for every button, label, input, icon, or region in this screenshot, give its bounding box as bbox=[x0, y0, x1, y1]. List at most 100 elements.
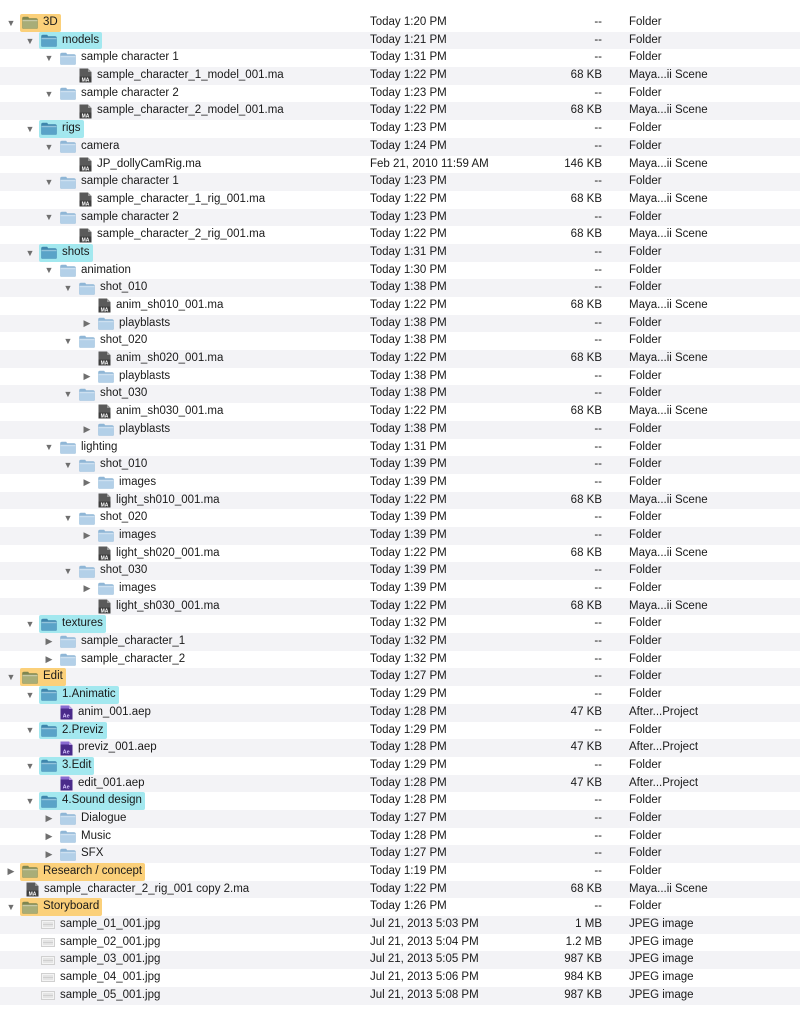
disclosure-closed-icon[interactable]: ▶ bbox=[44, 633, 54, 651]
file-row[interactable]: MA sample_character_1_rig_001.ma Today 1… bbox=[0, 191, 800, 209]
name-label: images bbox=[96, 474, 159, 492]
folder-row[interactable]: ▶ images Today 1:39 PM -- Folder bbox=[0, 580, 800, 598]
disclosure-open-icon[interactable]: ▼ bbox=[63, 509, 73, 527]
file-row[interactable]: MA light_sh010_001.ma Today 1:22 PM 68 K… bbox=[0, 491, 800, 510]
folder-row[interactable]: ▶ images Today 1:39 PM -- Folder bbox=[0, 474, 800, 492]
disclosure-open-icon[interactable]: ▼ bbox=[25, 686, 35, 704]
folder-row[interactable]: ▼ animation Today 1:30 PM -- Folder bbox=[0, 262, 800, 280]
folder-row[interactable]: ▼ shot_030 Today 1:38 PM -- Folder bbox=[0, 385, 800, 404]
disclosure-open-icon[interactable]: ▼ bbox=[25, 120, 35, 138]
disclosure-closed-icon[interactable]: ▶ bbox=[82, 474, 92, 492]
disclosure-open-icon[interactable]: ▼ bbox=[25, 722, 35, 740]
disclosure-closed-icon[interactable]: ▶ bbox=[82, 421, 92, 439]
disclosure-open-icon[interactable]: ▼ bbox=[25, 32, 35, 50]
file-row[interactable]: sample_04_001.jpg Jul 21, 2013 5:06 PM 9… bbox=[0, 969, 800, 987]
folder-row[interactable]: ▶ images Today 1:39 PM -- Folder bbox=[0, 526, 800, 545]
disclosure-open-icon[interactable]: ▼ bbox=[44, 439, 54, 457]
folder-row[interactable]: ▶ playblasts Today 1:38 PM -- Folder bbox=[0, 368, 800, 386]
file-row[interactable]: Ae previz_001.aep Today 1:28 PM 47 KB Af… bbox=[0, 739, 800, 757]
disclosure-closed-icon[interactable]: ▶ bbox=[44, 828, 54, 846]
disclosure-open-icon[interactable]: ▼ bbox=[63, 385, 73, 403]
disclosure-closed-icon[interactable]: ▶ bbox=[44, 810, 54, 828]
disclosure-closed-icon[interactable]: ▶ bbox=[82, 368, 92, 386]
disclosure-open-icon[interactable]: ▼ bbox=[25, 792, 35, 810]
file-row[interactable]: Ae edit_001.aep Today 1:28 PM 47 KB Afte… bbox=[0, 774, 800, 793]
disclosure-closed-icon[interactable]: ▶ bbox=[82, 527, 92, 545]
disclosure-open-icon[interactable]: ▼ bbox=[44, 209, 54, 227]
disclosure-open-icon[interactable]: ▼ bbox=[44, 85, 54, 103]
name-label: sample_03_001.jpg bbox=[39, 951, 163, 969]
disclosure-closed-icon[interactable]: ▶ bbox=[44, 651, 54, 669]
file-row[interactable]: MA anim_sh030_001.ma Today 1:22 PM 68 KB… bbox=[0, 403, 800, 421]
disclosure-open-icon[interactable]: ▼ bbox=[25, 244, 35, 262]
folder-row[interactable]: ▼ shot_020 Today 1:39 PM -- Folder bbox=[0, 509, 800, 527]
disclosure-open-icon[interactable]: ▼ bbox=[6, 668, 16, 686]
disclosure-open-icon[interactable]: ▼ bbox=[6, 898, 16, 916]
folder-row[interactable]: ▼ Storyboard Today 1:26 PM -- Folder bbox=[0, 898, 800, 917]
disclosure-open-icon[interactable]: ▼ bbox=[63, 562, 73, 580]
folder-row[interactable]: ▼ shot_010 Today 1:39 PM -- Folder bbox=[0, 456, 800, 474]
folder-row[interactable]: ▼ shot_020 Today 1:38 PM -- Folder bbox=[0, 332, 800, 350]
file-row[interactable]: sample_01_001.jpg Jul 21, 2013 5:03 PM 1… bbox=[0, 916, 800, 934]
file-row[interactable]: MA sample_character_2_rig_001 copy 2.ma … bbox=[0, 880, 800, 899]
folder-row[interactable]: ▼ sample character 1 Today 1:31 PM -- Fo… bbox=[0, 49, 800, 67]
disclosure-open-icon[interactable]: ▼ bbox=[6, 14, 16, 32]
folder-row[interactable]: ▼ sample character 1 Today 1:23 PM -- Fo… bbox=[0, 173, 800, 191]
folder-row[interactable]: ▼ camera Today 1:24 PM -- Folder bbox=[0, 137, 800, 156]
file-row[interactable]: MA light_sh030_001.ma Today 1:22 PM 68 K… bbox=[0, 597, 800, 616]
folder-row[interactable]: ▶ sample_character_1 Today 1:32 PM -- Fo… bbox=[0, 633, 800, 651]
disclosure-open-icon[interactable]: ▼ bbox=[25, 757, 35, 775]
folder-row[interactable]: ▼ shot_030 Today 1:39 PM -- Folder bbox=[0, 562, 800, 580]
folder-row[interactable]: ▼ models Today 1:21 PM -- Folder bbox=[0, 31, 800, 50]
folder-row[interactable]: ▼ 1.Animatic Today 1:29 PM -- Folder bbox=[0, 686, 800, 704]
svg-text:MA: MA bbox=[82, 237, 90, 243]
file-row[interactable]: MA sample_character_1_model_001.ma Today… bbox=[0, 67, 800, 85]
folder-row[interactable]: ▼ sample character 2 Today 1:23 PM -- Fo… bbox=[0, 208, 800, 227]
folder-row[interactable]: ▼ 4.Sound design Today 1:28 PM -- Folder bbox=[0, 792, 800, 810]
folder-row[interactable]: ▼ rigs Today 1:23 PM -- Folder bbox=[0, 120, 800, 138]
file-row[interactable]: MA sample_character_2_rig_001.ma Today 1… bbox=[0, 226, 800, 244]
folder-row[interactable]: ▼ lighting Today 1:31 PM -- Folder bbox=[0, 439, 800, 457]
file-row[interactable]: sample_02_001.jpg Jul 21, 2013 5:04 PM 1… bbox=[0, 934, 800, 952]
folder-row[interactable]: ▼ 3D Today 1:20 PM -- Folder bbox=[0, 14, 800, 32]
file-row[interactable]: sample_03_001.jpg Jul 21, 2013 5:05 PM 9… bbox=[0, 951, 800, 970]
disclosure-open-icon[interactable]: ▼ bbox=[44, 173, 54, 191]
file-row[interactable]: MA JP_dollyCamRig.ma Feb 21, 2010 11:59 … bbox=[0, 156, 800, 174]
folder-row[interactable]: ▶ SFX Today 1:27 PM -- Folder bbox=[0, 845, 800, 863]
folder-row[interactable]: ▶ playblasts Today 1:38 PM -- Folder bbox=[0, 314, 800, 333]
file-row[interactable]: MA light_sh020_001.ma Today 1:22 PM 68 K… bbox=[0, 545, 800, 563]
disclosure-open-icon[interactable]: ▼ bbox=[44, 49, 54, 67]
file-row[interactable]: MA anim_sh020_001.ma Today 1:22 PM 68 KB… bbox=[0, 350, 800, 368]
folder-row[interactable]: ▼ 2.Previz Today 1:29 PM -- Folder bbox=[0, 721, 800, 740]
file-row[interactable]: Ae anim_001.aep Today 1:28 PM 47 KB Afte… bbox=[0, 703, 800, 722]
folder-row[interactable]: ▼ shot_010 Today 1:38 PM -- Folder bbox=[0, 279, 800, 297]
file-row[interactable]: sample_05_001.jpg Jul 21, 2013 5:08 PM 9… bbox=[0, 986, 800, 1005]
folder-row[interactable]: ▼ textures Today 1:32 PM -- Folder bbox=[0, 615, 800, 634]
disclosure-closed-icon[interactable]: ▶ bbox=[44, 845, 54, 863]
folder-row[interactable]: ▼ Edit Today 1:27 PM -- Folder bbox=[0, 668, 800, 687]
disclosure-closed-icon[interactable]: ▶ bbox=[82, 315, 92, 333]
folder-row[interactable]: ▶ Research / concept Today 1:19 PM -- Fo… bbox=[0, 863, 800, 881]
name-cell: ▼ animation bbox=[44, 262, 134, 280]
folder-row[interactable]: ▶ playblasts Today 1:38 PM -- Folder bbox=[0, 420, 800, 439]
file-row[interactable]: MA anim_sh010_001.ma Today 1:22 PM 68 KB… bbox=[0, 297, 800, 315]
disclosure-open-icon[interactable]: ▼ bbox=[44, 138, 54, 156]
folder-row[interactable]: ▶ sample_character_2 Today 1:32 PM -- Fo… bbox=[0, 651, 800, 669]
disclosure-closed-icon[interactable]: ▶ bbox=[82, 580, 92, 598]
folder-row[interactable]: ▼ sample character 2 Today 1:23 PM -- Fo… bbox=[0, 85, 800, 103]
disclosure-open-icon[interactable]: ▼ bbox=[44, 262, 54, 280]
disclosure-open-icon[interactable]: ▼ bbox=[63, 456, 73, 474]
date-modified: Today 1:32 PM bbox=[370, 635, 447, 648]
disclosure-open-icon[interactable]: ▼ bbox=[63, 332, 73, 350]
name-label: MA light_sh030_001.ma bbox=[96, 598, 223, 616]
date-modified: Today 1:24 PM bbox=[370, 139, 447, 152]
folder-row[interactable]: ▼ 3.Edit Today 1:29 PM -- Folder bbox=[0, 756, 800, 775]
folder-row[interactable]: ▼ shots Today 1:31 PM -- Folder bbox=[0, 243, 800, 262]
svg-text:MA: MA bbox=[29, 892, 37, 898]
folder-row[interactable]: ▶ Music Today 1:28 PM -- Folder bbox=[0, 828, 800, 846]
disclosure-closed-icon[interactable]: ▶ bbox=[6, 863, 16, 881]
folder-row[interactable]: ▶ Dialogue Today 1:27 PM -- Folder bbox=[0, 809, 800, 828]
file-row[interactable]: MA sample_character_2_model_001.ma Today… bbox=[0, 102, 800, 121]
disclosure-open-icon[interactable]: ▼ bbox=[25, 615, 35, 633]
disclosure-open-icon[interactable]: ▼ bbox=[63, 279, 73, 297]
